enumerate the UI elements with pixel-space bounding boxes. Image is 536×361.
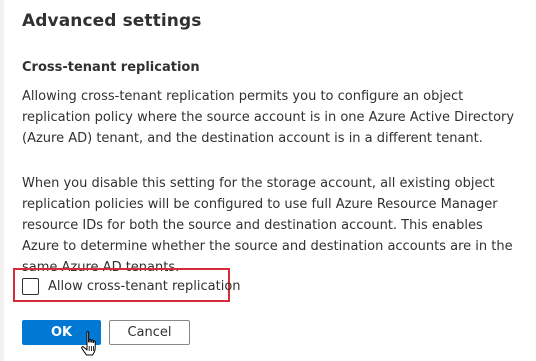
description-paragraph-1: Allowing cross-tenant replication permit…: [22, 89, 515, 146]
ok-button[interactable]: OK: [22, 320, 101, 345]
cancel-button[interactable]: Cancel: [109, 320, 190, 345]
checkbox-box[interactable]: [22, 277, 39, 295]
allow-cross-tenant-replication-checkbox[interactable]: Allow cross-tenant replication: [22, 276, 241, 296]
panel-title: Advanced settings: [22, 11, 202, 31]
advanced-settings-panel: Advanced settings Cross-tenant replicati…: [0, 0, 536, 361]
description-paragraph-2: When you disable this setting for the st…: [22, 176, 513, 275]
section-heading: Cross-tenant replication: [22, 60, 200, 75]
checkbox-label[interactable]: Allow cross-tenant replication: [48, 279, 241, 294]
